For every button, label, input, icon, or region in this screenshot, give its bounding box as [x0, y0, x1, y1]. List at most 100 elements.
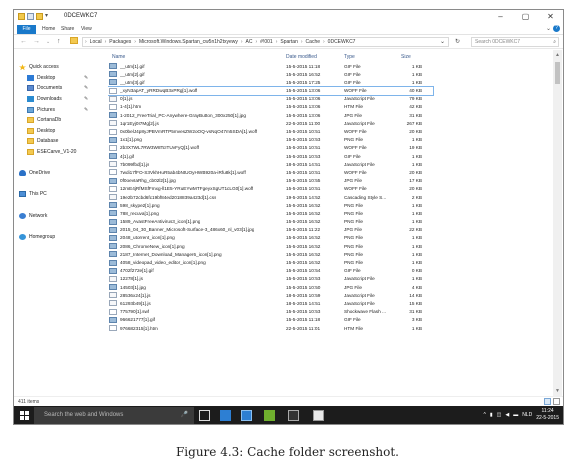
file-row[interactable]: 61293b49[1].js 18-5-2015 14:51 JavaScript …	[108, 299, 433, 307]
command-prompt-icon[interactable]	[288, 410, 299, 421]
sidebar-item[interactable]: Quick access	[14, 62, 102, 73]
breadcrumb-separator[interactable]: ›	[323, 39, 325, 45]
breadcrumb-item[interactable]: Local	[90, 39, 102, 45]
search-input[interactable]: Search 0DCEWKC7 ⌕	[471, 37, 559, 47]
sidebar-item[interactable]: Network	[14, 210, 102, 221]
pinned-app-icon[interactable]	[264, 410, 275, 421]
file-row[interactable]: 4[1].gif 15-5-2015 10:53 GIF File 1 KB	[108, 152, 433, 160]
sidebar-item[interactable]: OneDrive	[14, 168, 102, 179]
file-row[interactable]: 1-4[1].htm 15-5-2015 13:06 HTM File 42 KB	[108, 103, 433, 111]
file-row[interactable]: __utm[2].gif 15-5-2015 16:52 GIF File 1 KB	[108, 70, 433, 78]
file-row[interactable]: 1qr1Eyj0I7Mg[2].js 22-5-2015 11:00 JavaScr…	[108, 119, 433, 127]
file-row[interactable]: 2187_Internet_Download_Manager6_icon[1].…	[108, 250, 433, 258]
tab-view[interactable]: View	[81, 25, 92, 34]
tab-home[interactable]: Home	[42, 25, 55, 34]
file-row[interactable]: 1589_AvastFreeAntivirus3_icon[1].png 15-5…	[108, 218, 433, 226]
file-row[interactable]: 28536x24[1].js 18-5-2015 10:59 JavaScript …	[108, 291, 433, 299]
file-explorer-icon[interactable]	[313, 410, 324, 421]
file-row[interactable]: 4058_videopad_video_editor_icon[1].png 15…	[108, 259, 433, 267]
close-button[interactable]: ✕	[538, 10, 563, 24]
file-row[interactable]: __utm[3].gif 15-5-2015 17:25 GIF File 1 KB	[108, 78, 433, 86]
breadcrumb-item[interactable]: AC	[246, 39, 253, 45]
sidebar-item[interactable]: CortanaDb	[14, 115, 102, 126]
browser-icon[interactable]	[220, 410, 231, 421]
sidebar-item[interactable]: Pictures ✎	[14, 104, 102, 115]
sidebar-item[interactable]: Documents ✎	[14, 83, 102, 94]
file-row[interactable]: 0[1].js 15-5-2015 13:06 JavaScript File 79 …	[108, 95, 433, 103]
large-icons-view-icon[interactable]	[553, 398, 560, 405]
file-row[interactable]: 12278[1].js 15-5-2015 10:53 JavaScript Fil…	[108, 275, 433, 283]
network-tray-icon[interactable]: ◫	[497, 412, 502, 418]
tray-overflow-icon[interactable]: ^	[483, 412, 485, 418]
file-row[interactable]: 966621777[1].gif 15-5-2015 11:18 GIF File 3…	[108, 316, 433, 324]
breadcrumb-separator[interactable]: ›	[134, 39, 136, 45]
forward-button[interactable]: →	[33, 38, 40, 45]
breadcrumb-separator[interactable]: ›	[85, 39, 87, 45]
pin-icon[interactable]: ✎	[84, 85, 88, 91]
column-size-header[interactable]: Size	[401, 54, 411, 60]
pin-icon[interactable]: ✎	[84, 75, 88, 81]
sidebar-item[interactable]: This PC	[14, 189, 102, 200]
file-row[interactable]: 788_recuva[1].png 15-5-2015 16:52 PNG File…	[108, 209, 433, 217]
file-row[interactable]: 7b099fbd[1].js 18-5-2015 14:51 JavaScript …	[108, 160, 433, 168]
column-date-header[interactable]: Date modified	[286, 54, 317, 60]
maximize-button[interactable]: ▢	[513, 10, 538, 24]
store-icon[interactable]	[241, 410, 252, 421]
properties-icon[interactable]	[27, 13, 34, 20]
file-row[interactable]: 976682315[1].htm 22-5-2015 11:01 HTM File 1…	[108, 324, 433, 332]
file-row[interactable]: 2015_04_30_Banner_Microsoft-Surface-3_48…	[108, 226, 433, 234]
file-row[interactable]: 1x1[1].png 15-5-2015 10:53 PNG File 1 KB	[108, 136, 433, 144]
tab-share[interactable]: Share	[61, 25, 74, 34]
scrollbar-thumb[interactable]	[555, 62, 560, 84]
breadcrumb[interactable]: › Local › Packages › Microsoft.Windows.Sparta…	[82, 37, 449, 47]
pin-icon[interactable]: ✎	[84, 107, 88, 113]
up-button[interactable]: ↑	[57, 38, 61, 45]
scroll-down-icon[interactable]: ▼	[555, 388, 560, 394]
breadcrumb-item[interactable]: Packages	[109, 39, 131, 45]
column-type-header[interactable]: Type	[344, 54, 355, 60]
sidebar-item[interactable]: Database	[14, 136, 102, 147]
search-icon[interactable]: ⌕	[553, 38, 556, 46]
file-row[interactable]: 1-2012_FreeTrial_PC-Anywhere-GrayButton_…	[108, 111, 433, 119]
file-row[interactable]: 598_skype2[1].png 15-5-2015 16:52 PNG File…	[108, 201, 433, 209]
customize-toolbar-icon[interactable]: ▾	[45, 13, 50, 20]
microphone-icon[interactable]: 🎤	[181, 407, 188, 424]
details-view-icon[interactable]	[544, 398, 551, 405]
scroll-up-icon[interactable]: ▲	[555, 52, 560, 58]
file-row[interactable]: 0f0oevIaRhg_cb02l2[1].jpg 15-5-2015 10:55…	[108, 177, 433, 185]
refresh-icon[interactable]: ↻	[455, 38, 460, 45]
new-folder-icon[interactable]	[36, 13, 43, 20]
file-row[interactable]: 2048_utorrent_icon[1].png 15-5-2015 16:52…	[108, 234, 433, 242]
file-row[interactable]: 2086_ChromeNew_icon[1].png 15-5-2015 16:5…	[108, 242, 433, 250]
taskbar-search-input[interactable]: Search the web and Windows 🎤	[34, 407, 194, 424]
tab-file[interactable]: File	[17, 25, 36, 34]
file-row[interactable]: 19e2b72cbd6fc19bf84ed2018839a423d[1].css…	[108, 193, 433, 201]
vertical-scrollbar[interactable]: ▲ ▼	[553, 50, 562, 396]
breadcrumb-separator[interactable]: ›	[241, 39, 243, 45]
address-dropdown-icon[interactable]: ⌄	[440, 38, 445, 45]
breadcrumb-item[interactable]: Microsoft.Windows.Spartan_cw5n1h2txyewy	[139, 39, 238, 45]
breadcrumb-item[interactable]: Spartan	[280, 39, 298, 45]
file-row[interactable]: __utm[1].gif 15-5-2015 11:18 GIF File 1 KB	[108, 62, 433, 70]
volume-icon[interactable]: ◀	[505, 412, 509, 418]
folder-icon[interactable]	[18, 13, 25, 20]
sidebar-item[interactable]: Downloads ✎	[14, 94, 102, 105]
battery-icon[interactable]: ▮	[490, 412, 493, 418]
help-icon[interactable]: ?	[553, 25, 560, 32]
breadcrumb-item[interactable]: #!001	[260, 39, 273, 45]
minimize-button[interactable]: –	[488, 10, 513, 24]
breadcrumb-separator[interactable]: ›	[105, 39, 107, 45]
sidebar-item[interactable]: ESECarve_V1-20	[14, 147, 102, 158]
clock[interactable]: 11:24 22-5-2015	[536, 408, 559, 422]
sidebar-item[interactable]: Desktop	[14, 126, 102, 137]
sidebar-item[interactable]: Desktop ✎	[14, 73, 102, 84]
task-view-icon[interactable]	[199, 410, 210, 421]
file-row[interactable]: 14503[1].jpg 15-5-2015 10:50 JPG File 4 KB	[108, 283, 433, 291]
breadcrumb-separator[interactable]: ›	[301, 39, 303, 45]
file-row[interactable]: 7wdi17fFO-S3VkhHuR5ab4bNtUOyHWB920a-iRfu…	[108, 168, 433, 176]
file-row[interactable]: 4702f272e[1].gif 15-5-2015 10:54 GIF File 0…	[108, 267, 433, 275]
file-row[interactable]: 12mE4jRfMSfFmxg-ll1E5-YRuEYwMTFgeyxSgUT1…	[108, 185, 433, 193]
breadcrumb-separator[interactable]: ›	[256, 39, 258, 45]
breadcrumb-separator[interactable]: ›	[276, 39, 278, 45]
back-button[interactable]: ←	[20, 38, 27, 45]
